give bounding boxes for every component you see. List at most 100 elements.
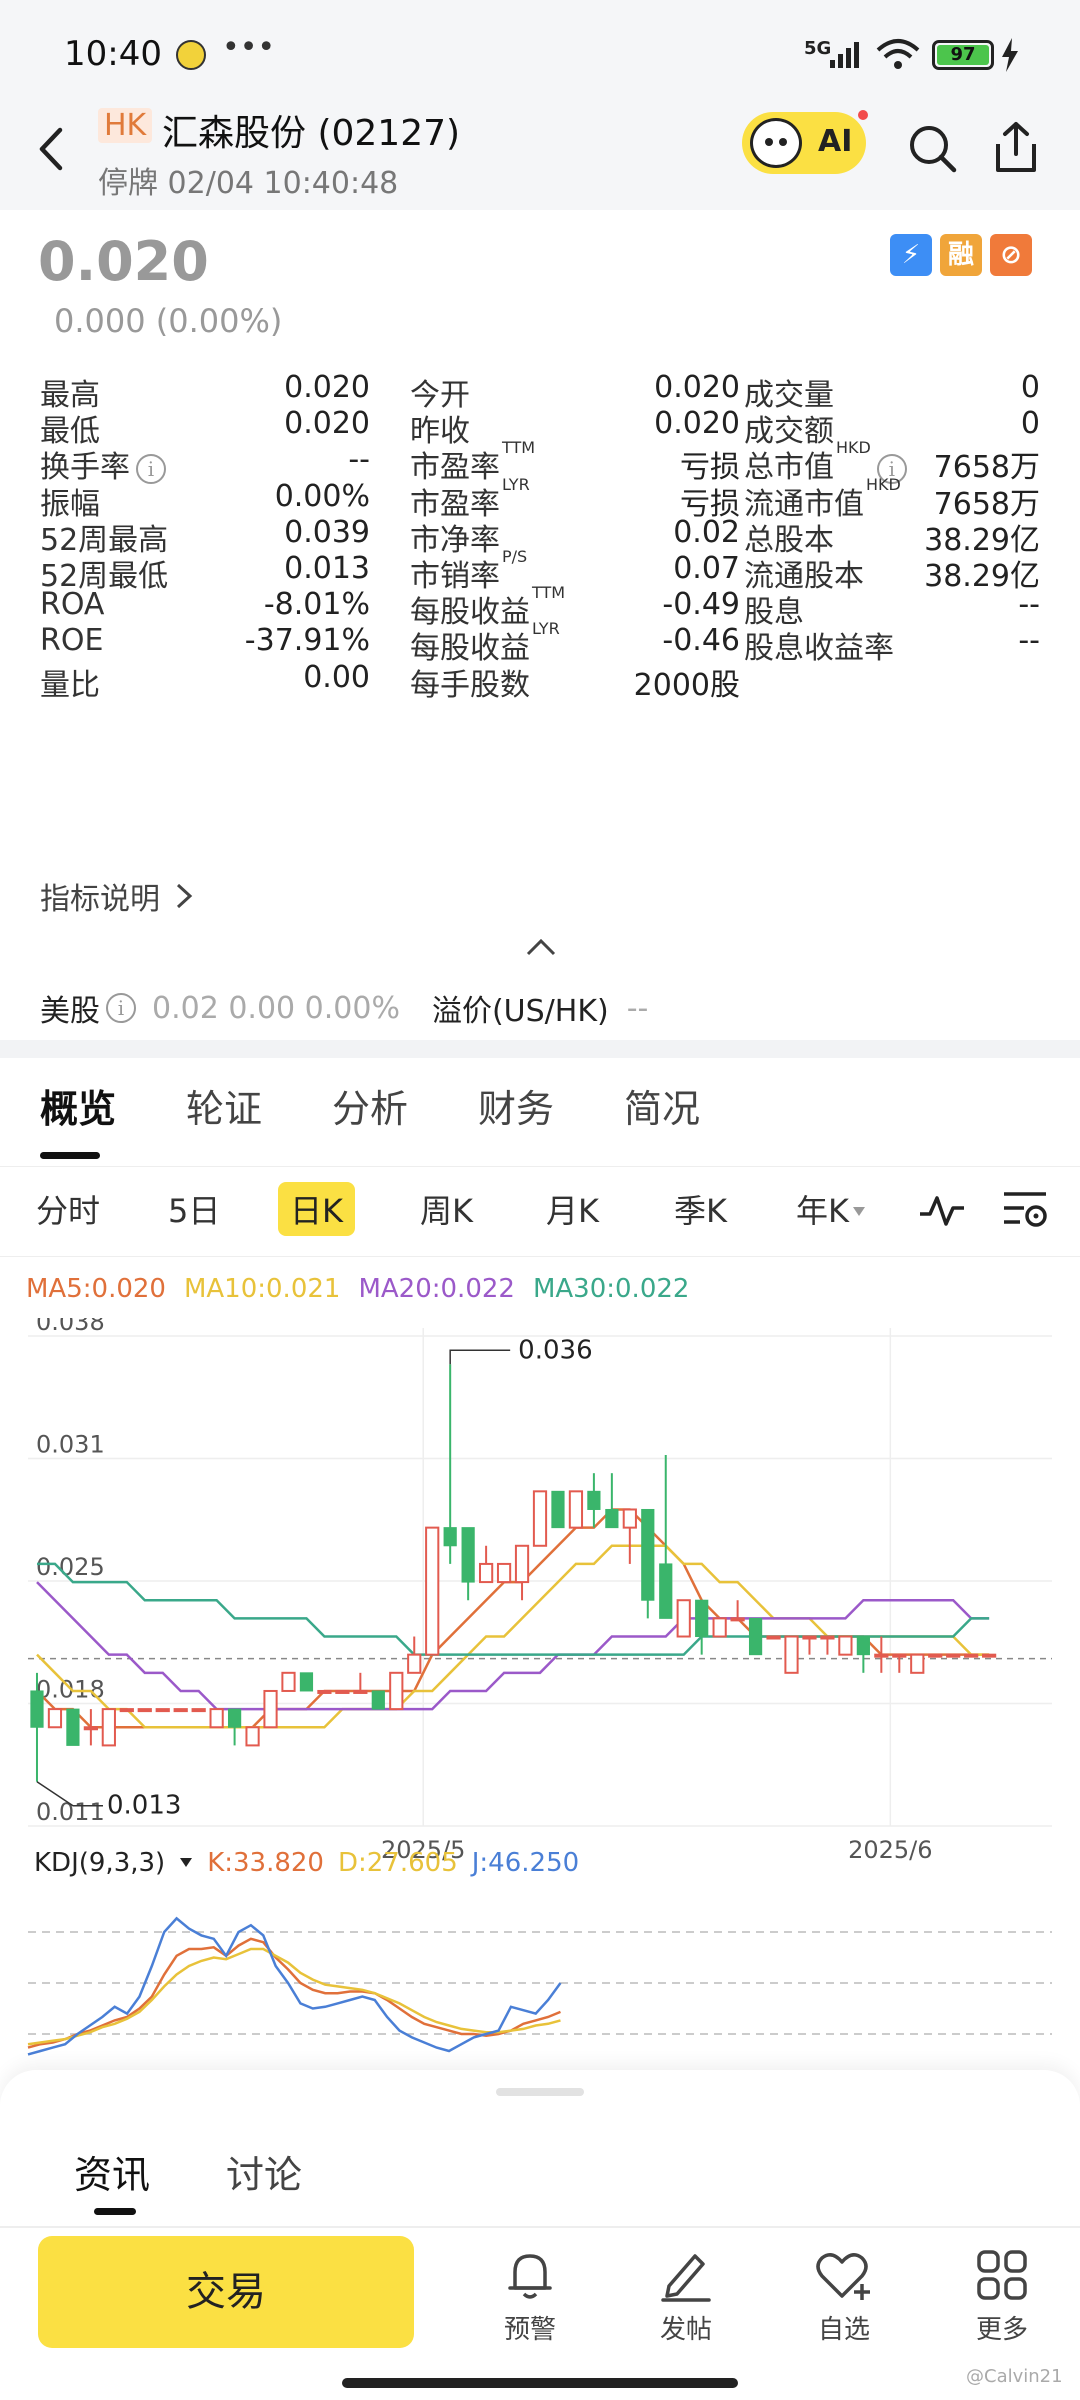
nav-more-label: 更多 bbox=[975, 2315, 1028, 2345]
ai-label: AI bbox=[818, 124, 853, 159]
candle-body bbox=[622, 1508, 637, 1529]
collapse-chevron-up-icon[interactable] bbox=[524, 936, 558, 958]
indicator-explain-label: 指标说明 bbox=[40, 882, 160, 917]
candle-body bbox=[119, 1708, 134, 1713]
candle-body bbox=[856, 1636, 870, 1656]
kdj-label[interactable]: KDJ(9,3,3) bbox=[34, 1848, 165, 1878]
tab-news[interactable]: 资讯 bbox=[74, 2144, 150, 2199]
period-1[interactable]: 5日 bbox=[168, 1186, 220, 1232]
tab-0[interactable]: 概览 bbox=[40, 1078, 116, 1133]
period-6[interactable]: 年K bbox=[796, 1186, 849, 1232]
high-annotation-line bbox=[449, 1349, 511, 1365]
candle-body bbox=[568, 1490, 584, 1529]
tabs-divider bbox=[0, 1166, 1080, 1167]
ma-legend-1: MA10:0.021 bbox=[183, 1274, 341, 1304]
indicator-explain-link[interactable]: 指标说明 bbox=[40, 874, 194, 918]
indicator-wave-icon[interactable] bbox=[918, 1190, 966, 1230]
nav-watchlist-label: 自选 bbox=[817, 2315, 870, 2345]
period-4[interactable]: 月K bbox=[546, 1186, 599, 1232]
home-indicator[interactable] bbox=[342, 2378, 738, 2388]
tab-1[interactable]: 轮证 bbox=[186, 1078, 262, 1133]
chart-settings-icon[interactable] bbox=[1000, 1186, 1050, 1232]
candle-body bbox=[587, 1490, 601, 1510]
period-divider bbox=[0, 1256, 1080, 1257]
candle-body bbox=[155, 1708, 170, 1713]
nav-post[interactable]: 发帖 bbox=[621, 2248, 751, 2346]
feature-badge-2[interactable]: ⊘ bbox=[990, 234, 1032, 276]
kdj-chart[interactable] bbox=[0, 1888, 1080, 2078]
sheet-drag-handle[interactable] bbox=[496, 2088, 584, 2096]
candle-body bbox=[784, 1635, 799, 1674]
stat-value: 0.039 bbox=[284, 514, 370, 550]
candle-body bbox=[425, 1526, 440, 1656]
nav-alert-label: 预警 bbox=[503, 2315, 556, 2345]
candle-body bbox=[101, 1708, 116, 1747]
stat-value: 0.020 bbox=[284, 406, 370, 442]
feature-badge-0[interactable]: ⚡ bbox=[890, 234, 932, 276]
period-5[interactable]: 季K bbox=[674, 1186, 727, 1232]
period-2[interactable]: 日K bbox=[278, 1182, 355, 1236]
candle-body bbox=[281, 1671, 296, 1692]
active-tab-indicator bbox=[40, 1152, 100, 1159]
period-0[interactable]: 分时 bbox=[36, 1186, 100, 1232]
search-icon[interactable] bbox=[908, 124, 958, 174]
kdj-d-value: D:27.605 bbox=[337, 1848, 458, 1878]
stat-value: 0 bbox=[1020, 406, 1040, 442]
heart-plus-icon bbox=[816, 2253, 870, 2300]
network-type: 5G bbox=[804, 38, 832, 59]
stat-value: 0.020 bbox=[654, 370, 740, 405]
share-icon[interactable] bbox=[992, 120, 1040, 174]
stat-value: -- bbox=[348, 442, 370, 478]
candle-body bbox=[676, 1599, 691, 1638]
candlestick-chart[interactable]: 0.0380.0310.0250.0180.0112025/5 2025/60.0… bbox=[0, 1318, 1080, 1878]
candle-body bbox=[605, 1508, 619, 1529]
us-stock-values: 0.02 0.00 0.00% bbox=[152, 990, 400, 1026]
candle-body bbox=[982, 1653, 997, 1658]
candle-body bbox=[748, 1617, 763, 1656]
period-3[interactable]: 周K bbox=[420, 1186, 473, 1232]
nav-watchlist[interactable]: 自选 bbox=[779, 2248, 909, 2346]
app-notification-icon bbox=[176, 40, 206, 70]
stock-header: HK 汇森股份 (02127) 停牌 02/04 10:40:48 AI bbox=[0, 90, 1080, 210]
market-tag: HK bbox=[98, 108, 153, 143]
candle-body bbox=[478, 1562, 494, 1584]
trade-button[interactable]: 交易 bbox=[38, 2236, 414, 2348]
candle-body bbox=[820, 1635, 835, 1640]
candle-body bbox=[712, 1617, 727, 1638]
candle-body bbox=[389, 1671, 404, 1711]
bell-icon bbox=[508, 2254, 552, 2299]
y-tick-label: 0.011 bbox=[36, 1798, 105, 1826]
stat-value: -- bbox=[1018, 623, 1040, 659]
tab-2[interactable]: 分析 bbox=[332, 1078, 408, 1133]
nav-post-label: 发帖 bbox=[659, 2315, 712, 2345]
battery-icon: 97 bbox=[932, 40, 994, 70]
feature-badge-1[interactable]: 融 bbox=[940, 234, 982, 276]
us-info-icon[interactable]: i bbox=[106, 993, 136, 1023]
nav-more[interactable]: 更多 bbox=[937, 2248, 1067, 2346]
bottom-sheet: 资讯 讨论 交易 预警 发帖 自选 更多 @Calvin21 bbox=[0, 2070, 1080, 2400]
nav-alert[interactable]: 预警 bbox=[465, 2248, 595, 2346]
stock-name: 汇森股份 (02127) bbox=[162, 113, 461, 154]
stat-value: 0.00% bbox=[274, 478, 370, 514]
section-separator bbox=[0, 1040, 1080, 1058]
watermark-text: @Calvin21 bbox=[966, 2366, 1063, 2387]
stat-value: 0 bbox=[1020, 370, 1040, 405]
candle-body bbox=[30, 1690, 44, 1728]
ma-legend-3: MA30:0.022 bbox=[532, 1274, 690, 1304]
tab-4[interactable]: 简况 bbox=[624, 1078, 700, 1133]
stat-value: 0.07 bbox=[673, 551, 740, 586]
candle-body bbox=[353, 1689, 368, 1694]
candle-body bbox=[766, 1635, 781, 1640]
kdj-legend: KDJ(9,3,3) K:33.820 D:27.605 J:46.250 bbox=[34, 1848, 579, 1878]
ai-robot-icon bbox=[750, 118, 802, 168]
back-arrow-icon[interactable] bbox=[36, 126, 66, 172]
tab-3[interactable]: 财务 bbox=[478, 1078, 554, 1133]
dropdown-triangle-icon bbox=[853, 1207, 865, 1216]
grid-more-icon bbox=[977, 2250, 1027, 2300]
ai-assistant-button[interactable]: AI bbox=[742, 108, 870, 174]
chevron-right-icon bbox=[176, 883, 193, 909]
quote-card: 0.020 0.000 (0.00%) ⚡ 融 ⊘ 最高 0.020 今开 0.020 成交… bbox=[0, 210, 1080, 1040]
stat-value: 2000股 bbox=[633, 667, 740, 703]
tab-discussion[interactable]: 讨论 bbox=[226, 2144, 302, 2199]
kdj-dropdown-icon[interactable] bbox=[179, 1857, 193, 1869]
